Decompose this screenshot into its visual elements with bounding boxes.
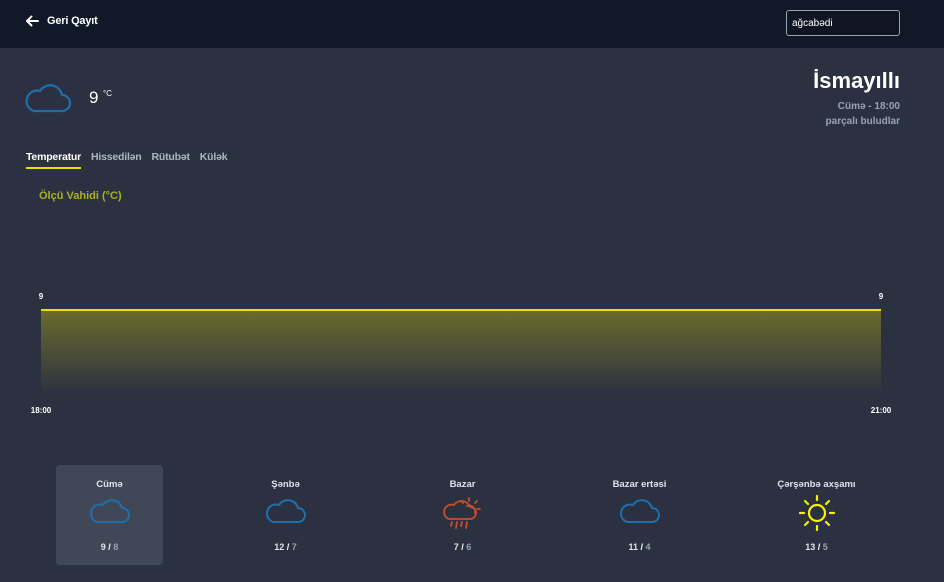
back-label: Geri Qayıt	[47, 15, 98, 27]
arrow-left-icon	[26, 15, 39, 27]
forecast-day[interactable]: Bazar ertəsi 11 / 4	[586, 465, 693, 565]
day-temperatures: 9 / 8	[100, 542, 119, 552]
back-button[interactable]: Geri Qayıt	[25, 14, 98, 28]
chart-data-label: 9	[879, 292, 884, 301]
tab-temperature[interactable]: Temperatur	[26, 151, 81, 169]
daily-forecast: Cümə 9 / 8 Şənbə 12 / 7 Bazar 7 / 6 Baza…	[56, 465, 896, 565]
day-temperatures: 7 / 6	[453, 542, 472, 552]
forecast-day[interactable]: Çərşənbə axşamı 13 / 5	[763, 465, 870, 565]
temperature-unit: °C	[103, 89, 112, 98]
cloud-icon	[265, 497, 307, 530]
low-temp: 8	[113, 542, 119, 552]
high-temp: 7	[453, 542, 459, 552]
high-temp: 11	[628, 542, 638, 552]
weather-description: parçalı buludlar	[825, 116, 900, 127]
tab-feels-like[interactable]: Hissedilən	[91, 151, 142, 169]
chart-x-tick-label: 18:00	[31, 406, 52, 415]
high-temp: 12	[274, 542, 285, 552]
low-temp: 7	[291, 542, 297, 552]
cloud-icon	[24, 80, 72, 119]
forecast-day[interactable]: Bazar 7 / 6	[409, 465, 516, 565]
top-bar: Geri Qayıt	[0, 0, 944, 48]
day-name: Şənbə	[271, 479, 300, 490]
high-temp: 9	[100, 542, 106, 552]
day-name: Çərşənbə axşamı	[777, 479, 856, 490]
city-search-input[interactable]	[786, 10, 900, 36]
day-name: Bazar ertəsi	[612, 479, 667, 490]
cloud-icon	[619, 497, 661, 530]
current-temperature: 9	[89, 88, 99, 107]
day-temperatures: 13 / 5	[805, 542, 828, 552]
day-temperatures: 11 / 4	[628, 542, 651, 552]
low-temp: 6	[466, 542, 472, 552]
current-datetime: Cümə - 18:00	[837, 101, 900, 112]
temperature-chart: 9 9 18:00 21:00	[31, 292, 892, 415]
sun-rain-icon	[442, 497, 484, 536]
city-name: İsmayıllı	[813, 68, 900, 93]
forecast-day[interactable]: Cümə 9 / 8	[56, 465, 163, 565]
tab-wind[interactable]: Külək	[200, 151, 228, 169]
day-name: Bazar	[449, 479, 476, 490]
chart-x-tick-label: 21:00	[871, 406, 892, 415]
day-name: Cümə	[96, 479, 123, 490]
low-temp: 5	[822, 542, 828, 552]
day-temperatures: 12 / 7	[274, 542, 297, 552]
forecast-day[interactable]: Şənbə 12 / 7	[232, 465, 339, 565]
metric-tabs: Temperatur Hissedilən Rütubət Külək	[26, 151, 228, 169]
chart-area-fill	[41, 310, 881, 395]
high-temp: 13	[805, 542, 816, 552]
sun-icon	[796, 494, 838, 538]
low-temp: 4	[645, 542, 651, 552]
chart-unit-label: Ölçü Vahidi (°C)	[39, 190, 122, 202]
chart-data-label: 9	[39, 292, 44, 301]
tab-humidity[interactable]: Rütubət	[152, 151, 190, 169]
cloud-icon	[89, 497, 131, 530]
